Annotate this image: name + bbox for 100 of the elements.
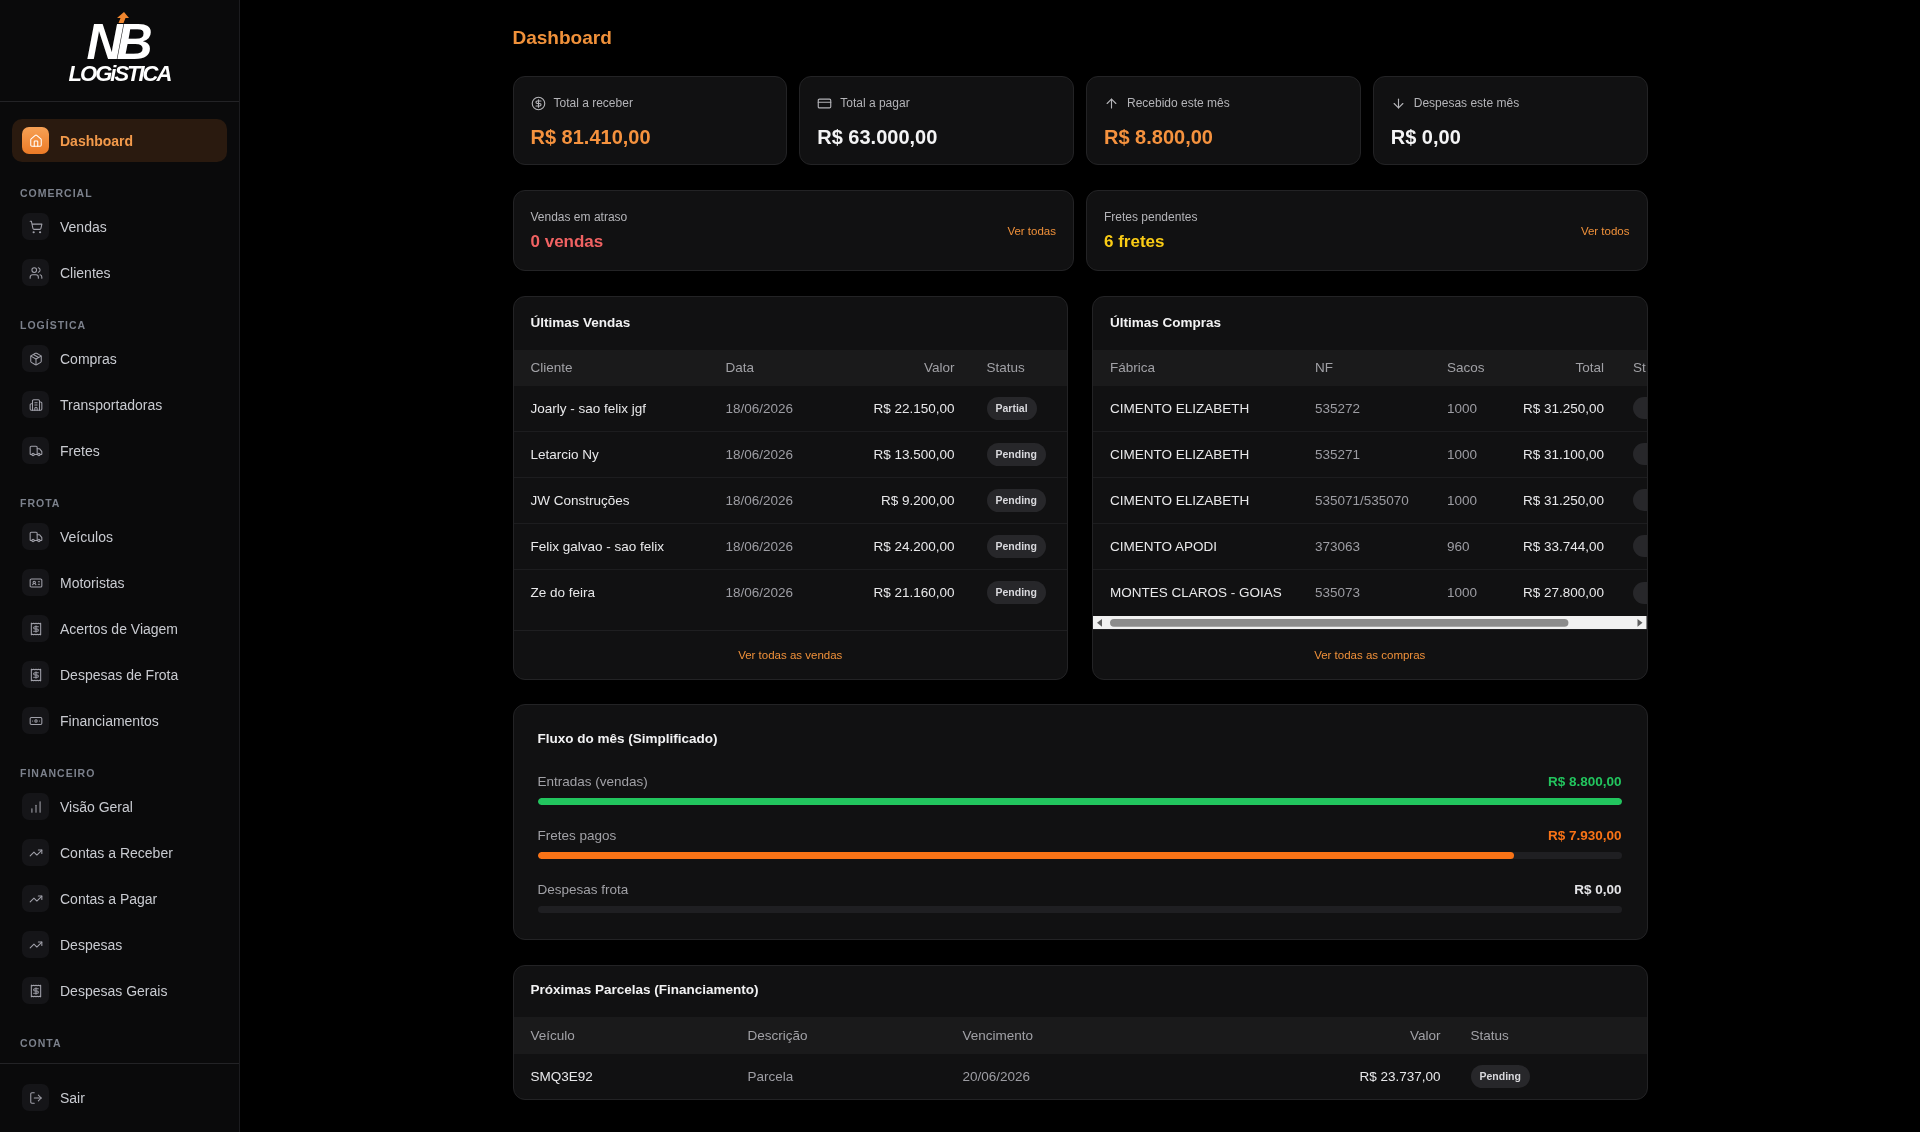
table-cell: 373063 [1315, 538, 1361, 554]
nav-item[interactable]: Visão Geral [12, 785, 227, 828]
house-icon [22, 127, 49, 154]
status-badge: Partial [986, 396, 1037, 420]
stat-label: Despesas este mês [1413, 96, 1520, 110]
column-header: St [1633, 360, 1646, 376]
column-header: Vencimento [962, 1028, 1034, 1043]
table-cell: R$ 31.250,00 [1522, 400, 1604, 416]
column-header: Status [986, 360, 1025, 376]
nav-item[interactable]: Fretes [12, 429, 227, 472]
nav-item[interactable]: Acertos de Viagem [12, 607, 227, 650]
credit-card-icon [817, 95, 833, 111]
view-all-link[interactable]: Ver todos [1580, 224, 1630, 237]
cart-icon [22, 213, 49, 240]
view-all-link[interactable]: Ver todas as compras [1314, 648, 1426, 661]
section-title: COMERCIAL [20, 186, 93, 200]
column-header: Sacos [1447, 360, 1485, 376]
truck-icon [22, 523, 49, 550]
panel-title: Últimas Compras [1109, 314, 1223, 332]
table-cell: CIMENTO ELIZABETH [1110, 400, 1250, 416]
stat-label: Recebido este mês [1127, 96, 1230, 110]
dollar-circle-icon [530, 95, 546, 111]
nav-item[interactable]: Despesas Gerais [12, 969, 227, 1012]
table-cell: SMQ3E92 [530, 1069, 593, 1084]
status-badge: Pending [986, 581, 1046, 605]
column-header: Data [725, 360, 755, 376]
panel-title: Últimas Vendas [529, 314, 632, 332]
table-cell: 535073 [1315, 585, 1361, 601]
table-cell: CIMENTO ELIZABETH [1110, 492, 1250, 508]
stat-value: R$ 63.000,00 [817, 125, 938, 150]
nav-item[interactable]: Transportadoras [12, 383, 227, 426]
table-cell: MONTES CLAROS - GOIAS [1110, 585, 1282, 601]
trend-up-icon [22, 839, 49, 866]
nav-item[interactable]: Despesas de Frota [12, 653, 227, 696]
nav-item[interactable]: Vendas [12, 205, 227, 248]
arrow-down-icon [1390, 95, 1406, 111]
table-cell: 535071/535070 [1315, 492, 1409, 508]
logo-wordmark: LOGiSTICA [68, 64, 171, 84]
status-badge: Pending [986, 534, 1046, 558]
table-cell: Parcela [747, 1069, 794, 1084]
flow-label: Entradas (vendas) [537, 773, 648, 789]
nav-item[interactable]: Financiamentos [12, 699, 227, 742]
horizontal-scrollbar[interactable] [1093, 615, 1647, 630]
view-all-link[interactable]: Ver todas [1007, 224, 1056, 237]
section-title: CONTA [20, 1036, 62, 1050]
column-header: Valor [924, 360, 955, 376]
receipt-icon [22, 977, 49, 1004]
nav-item[interactable]: Veículos [12, 515, 227, 558]
table-cell: 1000 [1447, 400, 1478, 416]
alert-value: 0 vendas [530, 230, 604, 253]
view-all-link[interactable]: Ver todas as vendas [738, 648, 843, 661]
panel-title: Próximas Parcelas (Financiamento) [529, 981, 760, 999]
nav-item[interactable]: Dashboard [12, 119, 227, 162]
status-badge: Pending [986, 488, 1046, 512]
id-card-icon [22, 569, 49, 596]
panel-title: Fluxo do mês (Simplificado) [537, 730, 718, 748]
table-cell: R$ 31.100,00 [1522, 446, 1604, 462]
table-cell: Ze do feira [530, 585, 596, 601]
table-cell: CIMENTO APODI [1110, 538, 1218, 554]
nav-item[interactable]: Clientes [12, 251, 227, 294]
nav-item[interactable]: Despesas [12, 923, 227, 966]
flow-label: Despesas frota [537, 881, 629, 897]
table-cell: R$ 31.250,00 [1522, 492, 1604, 508]
table-cell: R$ 13.500,00 [873, 446, 955, 462]
box-icon [22, 345, 49, 372]
truck-icon [22, 437, 49, 464]
table-cell: 1000 [1447, 492, 1478, 508]
logo-monogram: NB [86, 23, 148, 61]
column-header: Valor [1410, 1028, 1441, 1043]
alert-value: 6 fretes [1104, 230, 1165, 253]
nav-item[interactable]: Contas a Pagar [12, 877, 227, 920]
column-header: Descrição [747, 1028, 808, 1043]
table-cell: 18/06/2026 [725, 492, 794, 508]
section-title: LOGÍSTICA [20, 318, 87, 332]
alert-label: Fretes pendentes [1104, 208, 1198, 226]
column-header: Cliente [530, 360, 573, 376]
table-cell: Joarly - sao felix jgf [530, 400, 647, 416]
page-title: Dashboard [512, 26, 612, 50]
nav-item[interactable]: Contas a Receber [12, 831, 227, 874]
table-cell: 20/06/2026 [962, 1069, 1031, 1084]
nav-item[interactable]: Compras [12, 337, 227, 380]
bar-chart-icon [22, 793, 49, 820]
stat-value: R$ 81.410,00 [530, 125, 651, 150]
users-icon [22, 259, 49, 286]
nav-item[interactable]: Motoristas [12, 561, 227, 604]
stat-value: R$ 8.800,00 [1104, 125, 1213, 150]
table-cell: 960 [1447, 538, 1470, 554]
nav-item[interactable]: Sair [12, 1076, 227, 1119]
logout-icon [22, 1084, 49, 1111]
table-cell: 18/06/2026 [725, 538, 794, 554]
table-cell: Letarcio Ny [530, 446, 599, 462]
flow-label: Fretes pagos [537, 827, 617, 843]
table-cell: R$ 27.800,00 [1522, 585, 1604, 601]
table-cell: R$ 23.737,00 [1359, 1069, 1441, 1084]
table-cell: 18/06/2026 [725, 400, 794, 416]
status-badge: Pending [1470, 1065, 1530, 1088]
column-header: Status [1470, 1028, 1509, 1043]
table-cell: R$ 33.744,00 [1522, 538, 1604, 554]
stat-label: Total a pagar [840, 96, 910, 110]
table-cell: JW Construções [530, 492, 630, 508]
